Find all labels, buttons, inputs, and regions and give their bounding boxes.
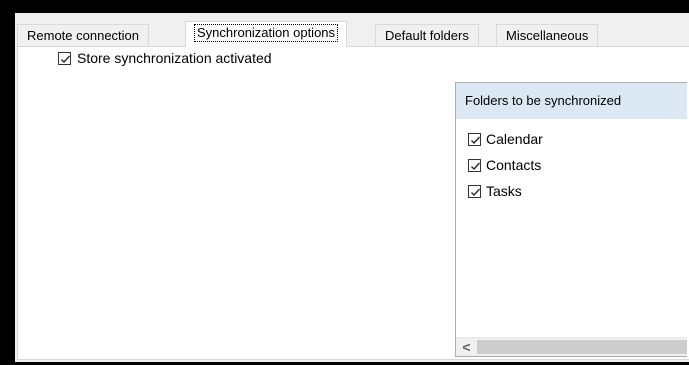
tab-default-folders[interactable]: Default folders — [375, 24, 479, 46]
tab-synchronization-options[interactable]: Synchronization options — [185, 21, 348, 47]
folder-item-label: Calendar — [486, 131, 543, 147]
contacts-checkbox[interactable] — [468, 158, 481, 172]
store-sync-option[interactable]: Store synchronization activated — [58, 50, 272, 66]
store-sync-checkbox[interactable] — [58, 51, 71, 65]
scrollbar-thumb[interactable] — [477, 340, 687, 354]
tab-label: Miscellaneous — [506, 28, 589, 43]
tab-label: Synchronization options — [193, 24, 339, 42]
checkmark-icon — [471, 136, 480, 144]
folder-item-label: Contacts — [486, 157, 542, 173]
chevron-left-icon[interactable]: < — [458, 338, 475, 356]
folder-item-tasks[interactable]: Tasks — [468, 183, 522, 199]
tab-remote-connection[interactable]: Remote connection — [17, 24, 150, 46]
checkmark-icon — [471, 162, 480, 170]
horizontal-scrollbar[interactable]: < — [456, 337, 687, 356]
store-sync-label: Store synchronization activated — [77, 50, 272, 66]
folders-list[interactable]: Folders to be synchronized Calendar Cont… — [455, 82, 687, 357]
calendar-checkbox[interactable] — [468, 132, 481, 146]
folder-item-label: Tasks — [486, 183, 522, 199]
checkmark-icon — [471, 188, 480, 196]
folders-list-header: Folders to be synchronized — [456, 83, 687, 119]
folder-item-calendar[interactable]: Calendar — [468, 131, 543, 147]
tab-label: Default folders — [385, 28, 469, 43]
tasks-checkbox[interactable] — [468, 184, 481, 198]
tab-label: Remote connection — [27, 28, 140, 43]
checkmark-icon — [61, 55, 70, 63]
folder-item-contacts[interactable]: Contacts — [468, 157, 541, 173]
settings-dialog: Remote connection Synchronization option… — [15, 13, 689, 362]
tab-miscellaneous[interactable]: Miscellaneous — [496, 24, 599, 46]
